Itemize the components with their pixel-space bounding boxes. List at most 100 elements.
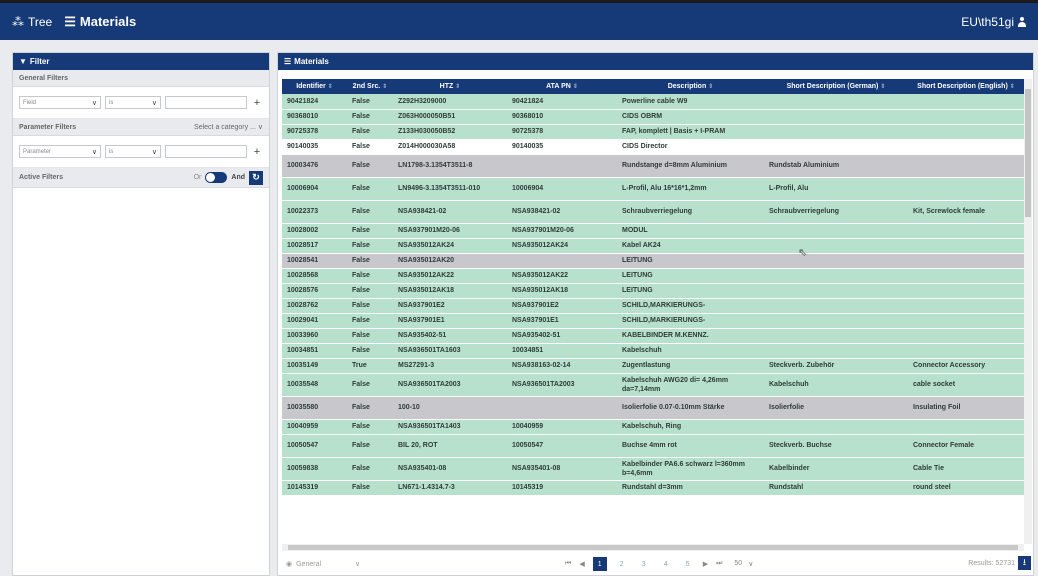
- table-row[interactable]: 10035149 True MS27291-3 NSA938163-02-14 Zuge…: [282, 358, 1024, 374]
- table-cell: 90421824: [507, 94, 617, 110]
- and-or-toggle[interactable]: [205, 172, 228, 183]
- table-cell: LN9496-3.1354T3511-010: [393, 177, 507, 201]
- user-name: EU\th51gi: [961, 14, 1014, 29]
- table-row[interactable]: 10034851 False NSA936501TA1603 10034851 Kabe…: [282, 343, 1024, 359]
- table-row[interactable]: 10028002 False NSA937901M20-06 NSA937901M20…: [282, 223, 1024, 239]
- page-button[interactable]: 5: [681, 557, 695, 571]
- table-cell: NSA937901M20-06: [393, 223, 507, 239]
- column-header-label: Short Description (German): [786, 83, 879, 90]
- table-cell: LN671-1.4314.7-3: [393, 480, 507, 496]
- table-row[interactable]: 90421824 False Z292H3209000 90421824 Powerli…: [282, 94, 1024, 110]
- user-icon: [1018, 16, 1026, 27]
- add-parameter-filter-icon[interactable]: +: [251, 146, 263, 158]
- user-menu[interactable]: EU\th51gi: [961, 15, 1026, 29]
- page-button[interactable]: 4: [659, 557, 673, 571]
- chevron-down-icon: ∨: [151, 100, 157, 107]
- table-row[interactable]: 10028576 False NSA935012AK18 NSA935012AK18 L…: [282, 283, 1024, 299]
- column-header-label: Identifier: [296, 83, 326, 90]
- first-page-icon[interactable]: ⏮: [565, 560, 571, 568]
- operator-select[interactable]: is ∨: [105, 96, 161, 109]
- table-row[interactable]: 90368010 False Z063H000050B51 90368010 CIDS …: [282, 109, 1024, 125]
- parameter-operator-select[interactable]: is ∨: [105, 145, 161, 158]
- download-icon[interactable]: ⭳: [1018, 556, 1031, 570]
- table-cell: [908, 238, 1024, 254]
- table-row[interactable]: 90725378 False Z133H030050B52 90725378 FAP, …: [282, 124, 1024, 140]
- parameter-filter-value-input[interactable]: [165, 145, 247, 158]
- table-cell: BIL 20, ROT: [393, 434, 507, 458]
- column-header[interactable]: Description ⇕: [617, 79, 764, 94]
- filter-panel-header: ▼ Filter: [13, 53, 269, 70]
- general-filter-value-input[interactable]: [165, 96, 247, 109]
- next-page-icon[interactable]: ▶: [703, 560, 708, 568]
- table-cell: 10059838: [282, 457, 347, 481]
- table-row[interactable]: 10029041 False NSA937901E1 NSA937901E1 SCHIL…: [282, 313, 1024, 329]
- table-cell: 90368010: [282, 109, 347, 125]
- and-or-toggle-group: Or And: [194, 172, 245, 183]
- table-row[interactable]: 10028541 False NSA935012AK20 LEITUNG: [282, 253, 1024, 269]
- vertical-scroll-thumb[interactable]: [1025, 89, 1031, 217]
- last-page-icon[interactable]: ⏭: [716, 560, 722, 568]
- table-cell: 10145319: [282, 480, 347, 496]
- page-size-select[interactable]: 50 ∨: [734, 560, 753, 568]
- table-cell: [764, 283, 908, 299]
- table-cell: [908, 298, 1024, 314]
- page-button[interactable]: 1: [592, 557, 607, 571]
- column-header[interactable]: 2nd Src. ⇕: [347, 79, 393, 94]
- table-row[interactable]: 10050547 False BIL 20, ROT 10050547 Buchse 4…: [282, 434, 1024, 458]
- refresh-icon[interactable]: ↻: [249, 170, 263, 185]
- chevron-down-icon: ∨: [91, 100, 97, 107]
- column-header[interactable]: Identifier ⇕: [282, 79, 347, 94]
- table-cell: 10006904: [282, 177, 347, 201]
- view-select[interactable]: ◉ General ∨: [286, 560, 360, 569]
- table-cell: [908, 109, 1024, 125]
- table-cell: NSA937901E2: [507, 298, 617, 314]
- table-cell: LN1798-3.1354T3511-8: [393, 154, 507, 178]
- table-row[interactable]: 10059838 False NSA935401-08 NSA935401-08 Kab…: [282, 457, 1024, 481]
- table-cell: Z292H3209000: [393, 94, 507, 110]
- table-cell: Powerline cable W9: [617, 94, 764, 110]
- table-row[interactable]: 10035580 False 100-10 Isolierfolie 0.07-0.1…: [282, 396, 1024, 420]
- column-header[interactable]: HTZ ⇕: [393, 79, 507, 94]
- table-cell: Rundstange d=8mm Aluminium: [617, 154, 764, 178]
- table-cell: [764, 268, 908, 284]
- prev-page-icon[interactable]: ◀: [579, 560, 584, 568]
- table-row[interactable]: 10035548 False NSA936501TA2003 NSA936501TA2…: [282, 373, 1024, 397]
- table-cell: 10006904: [507, 177, 617, 201]
- table-cell: NSA936501TA2003: [393, 373, 507, 397]
- table-cell: [908, 268, 1024, 284]
- vertical-scrollbar[interactable]: [1024, 79, 1032, 544]
- table-row[interactable]: 10003476 False LN1798-3.1354T3511-8 Rundsta…: [282, 154, 1024, 178]
- category-select[interactable]: Select a category ... ∨: [194, 123, 263, 131]
- table-row[interactable]: 10028568 False NSA935012AK22 NSA935012AK22 L…: [282, 268, 1024, 284]
- table-cell: FAP, komplett | Basis + I-PRAM: [617, 124, 764, 140]
- table-row[interactable]: 10145319 False LN671-1.4314.7-3 10145319 Run…: [282, 480, 1024, 496]
- page-button[interactable]: 3: [637, 557, 651, 571]
- table-cell: [764, 109, 908, 125]
- table-cell: Isolierfolie 0.07-0.10mm Stärke: [617, 396, 764, 420]
- page-button[interactable]: 2: [615, 557, 629, 571]
- table-row[interactable]: 10040959 False NSA936501TA1403 10040959 Kabe…: [282, 419, 1024, 435]
- add-filter-icon[interactable]: +: [251, 97, 263, 109]
- table-row[interactable]: 10028762 False NSA937901E2 NSA937901E2 SCHIL…: [282, 298, 1024, 314]
- table-row[interactable]: 10028517 False NSA935012AK24 NSA935012AK24 K…: [282, 238, 1024, 254]
- column-header[interactable]: ATA PN ⇕: [507, 79, 617, 94]
- table-cell: False: [347, 238, 393, 254]
- table-cell: 10028762: [282, 298, 347, 314]
- table-cell: 10028576: [282, 283, 347, 299]
- table-cell: 10035149: [282, 358, 347, 374]
- column-header[interactable]: Short Description (English) ⇕: [908, 79, 1024, 94]
- table-cell: Kit, Screwlock female: [908, 200, 1024, 224]
- horizontal-scroll-thumb[interactable]: [288, 545, 1018, 550]
- nav-tree[interactable]: ⁂ Tree: [12, 15, 52, 29]
- table-row[interactable]: 10033960 False NSA935402-51 NSA935402-51 KAB…: [282, 328, 1024, 344]
- table-row[interactable]: 10022373 False NSA938421-02 NSA938421-02 Sch…: [282, 200, 1024, 224]
- horizontal-scrollbar[interactable]: [282, 544, 1024, 551]
- table-row[interactable]: 10006904 False LN9496-3.1354T3511-010 10006…: [282, 177, 1024, 201]
- field-select[interactable]: Field ∨: [19, 96, 101, 109]
- table-cell: [764, 94, 908, 110]
- column-header[interactable]: Short Description (German) ⇕: [764, 79, 908, 94]
- parameter-select[interactable]: Parameter ∨: [19, 145, 101, 158]
- table-row[interactable]: 90140035 False Z014H000030A58 90140035 CIDS …: [282, 139, 1024, 155]
- nav-materials[interactable]: ☰ Materials: [64, 14, 136, 30]
- table-cell: [908, 328, 1024, 344]
